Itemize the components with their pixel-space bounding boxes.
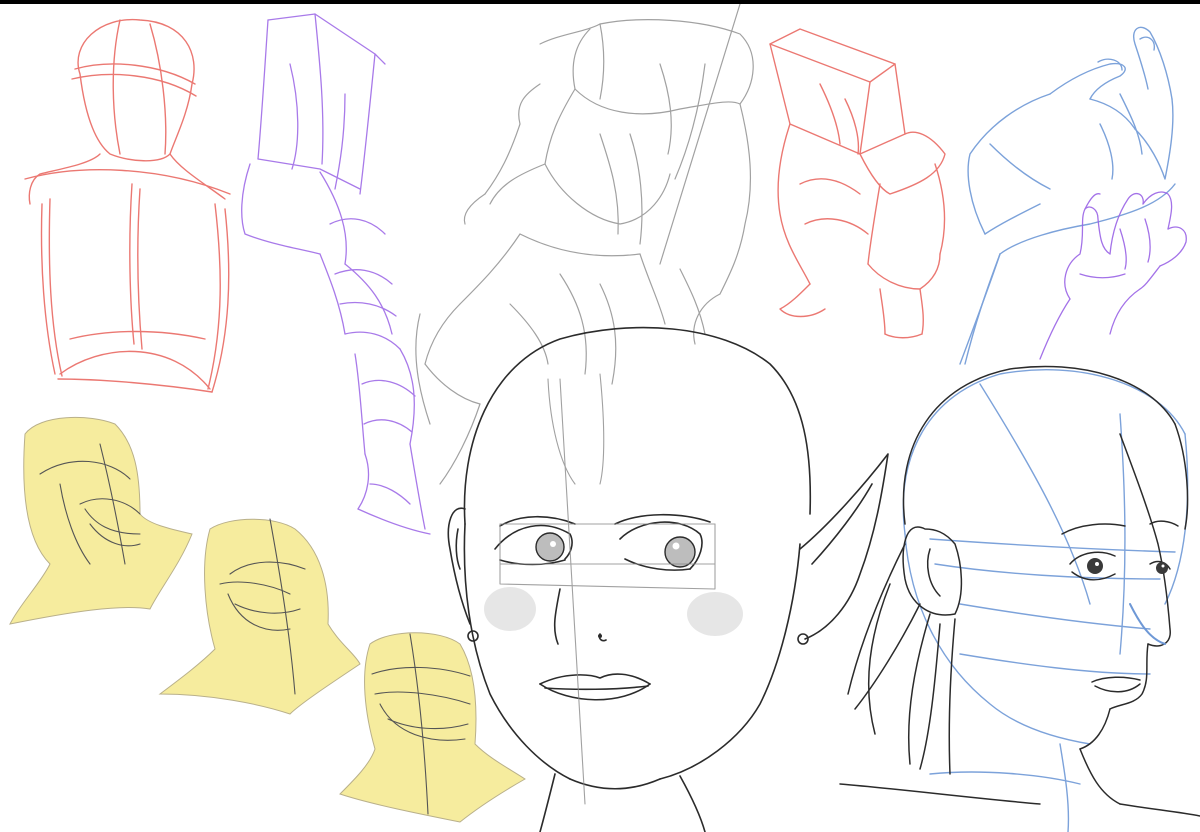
purple-arm-sketch [241, 13, 431, 535]
gray-mannequin-sketch [415, 4, 754, 485]
yellow-head-studies [9, 417, 526, 823]
blue-hand-sketch [959, 26, 1176, 365]
woman-profile-drawing [839, 365, 1200, 832]
bald-elf-head-drawing [447, 326, 889, 832]
red-torso-sketch [24, 18, 231, 393]
sketch-page-art [9, 4, 1200, 832]
sketch-canvas [0, 4, 1200, 832]
red-leg-block-sketch [769, 28, 946, 339]
